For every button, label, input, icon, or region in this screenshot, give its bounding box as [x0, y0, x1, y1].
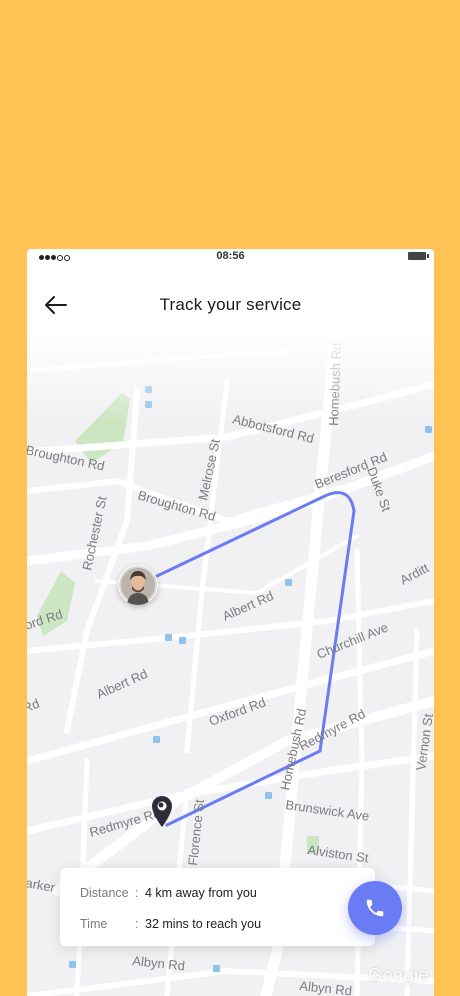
- technician-avatar[interactable]: [118, 565, 158, 605]
- street-label: Homebush Rd: [326, 343, 344, 427]
- time-value: 32 mins to reach you: [145, 917, 262, 931]
- time-row: Time:32 mins to reach you: [80, 916, 261, 932]
- distance-value: 4 km away from you: [145, 886, 257, 900]
- battery-icon: [408, 252, 429, 260]
- phone-frame: 08:56 Track your service Abbotsford Rd H…: [27, 249, 434, 996]
- separator: :: [135, 886, 139, 900]
- location-pin-icon: [150, 794, 174, 828]
- tracking-info-card: Distance:4 km away from you Time:32 mins…: [60, 868, 375, 946]
- phone-icon: [366, 899, 384, 917]
- page-title: Track your service: [159, 295, 302, 314]
- distance-label: Distance: [80, 886, 129, 900]
- map-attribution: Google: [368, 965, 430, 985]
- call-button[interactable]: [348, 881, 402, 935]
- status-bar: 08:56: [27, 249, 434, 265]
- separator: :: [135, 917, 139, 931]
- distance-row: Distance:4 km away from you: [80, 885, 257, 901]
- time-label: Time: [80, 917, 108, 931]
- header: Track your service: [27, 279, 434, 331]
- status-time: 08:56: [216, 250, 245, 262]
